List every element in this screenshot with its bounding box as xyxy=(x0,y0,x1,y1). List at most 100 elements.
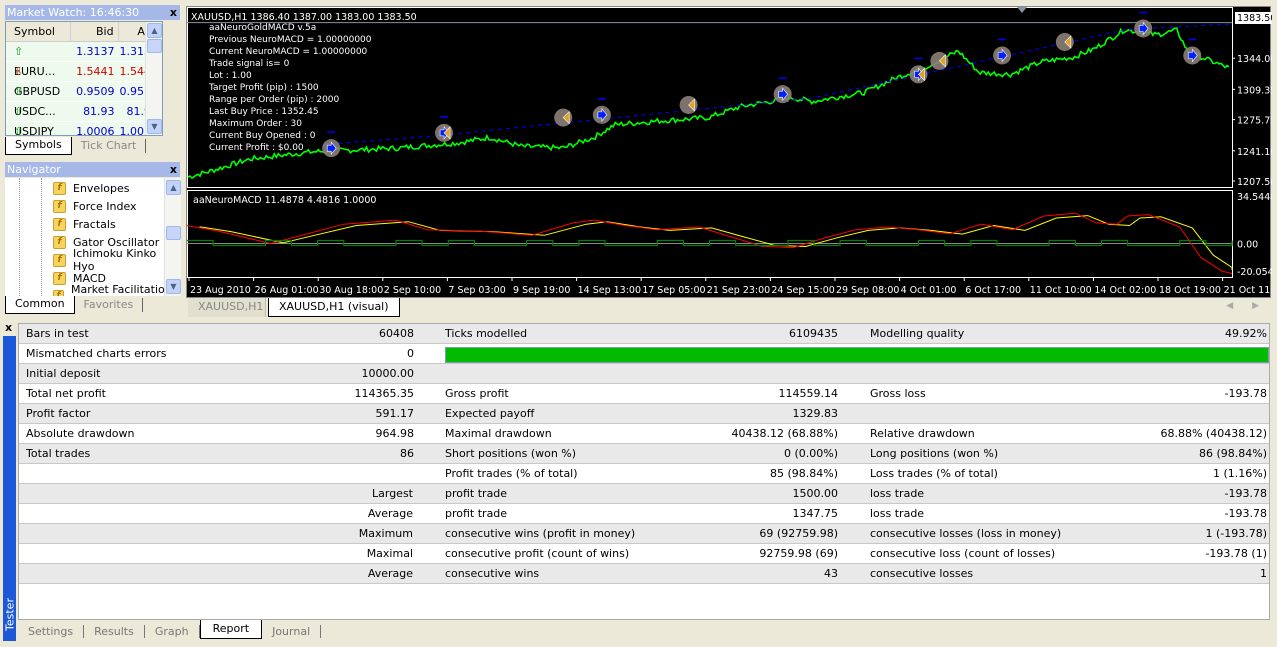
time-axis-label: 21 Oct 11:00 xyxy=(1224,285,1272,296)
scroll-up-icon[interactable]: ▲ xyxy=(166,180,181,195)
scroll-thumb[interactable] xyxy=(147,39,162,53)
bid-cell: 1.5441 xyxy=(76,65,115,78)
tab-common[interactable]: Common xyxy=(5,296,75,314)
report-value: 1500.00 xyxy=(792,487,839,500)
scroll-down-icon[interactable]: ▼ xyxy=(147,119,162,134)
ea-info-line: Previous NeuroMACD = 1.00000000 xyxy=(209,35,372,45)
tester-scrollbar[interactable] xyxy=(1270,323,1277,620)
report-label: Bars in test xyxy=(26,327,89,340)
function-icon: f xyxy=(53,235,66,249)
navigator-item-label: Force Index xyxy=(73,199,137,213)
market-watch-scrollbar[interactable]: ▲ ▼ xyxy=(145,22,162,135)
report-value: 964.98 xyxy=(375,427,415,440)
ea-info-line: Current Profit : $0.00 xyxy=(209,143,304,153)
market-watch-title-text: Market Watch: 16:46:30 xyxy=(7,6,140,19)
bid-cell: 0.9509 xyxy=(76,85,115,98)
navigator-item[interactable]: f Fractals xyxy=(53,215,116,233)
chart-tab-xauusd[interactable]: XAUUSD,H1 xyxy=(188,298,266,317)
scroll-up-icon[interactable]: ▲ xyxy=(147,23,162,38)
symbol-cell: ⇧USDC... xyxy=(6,122,71,135)
report-label: Loss trades (% of total) xyxy=(870,467,998,480)
report-value: 85 (98.84%) xyxy=(769,467,838,480)
report-value: 60408 xyxy=(379,327,414,340)
function-icon: f xyxy=(53,217,66,231)
market-watch-panel: Market Watch: 16:46:30 x Symbol Bid Ask … xyxy=(0,0,185,158)
tab-scroll-arrows-icon[interactable]: ◀ ▶ xyxy=(1226,301,1267,311)
market-watch-row[interactable]: ⇧ EURU... 1.3137 1.3139 xyxy=(6,42,162,78)
report-label: consecutive losses xyxy=(870,567,974,580)
function-icon: f xyxy=(53,271,66,285)
navigator-item[interactable]: f Envelopes xyxy=(53,179,129,197)
time-axis-label: 6 Oct 17:00 xyxy=(965,285,1021,296)
ea-info-line: Trade signal is= 0 xyxy=(208,59,290,69)
column-header-bid[interactable]: Bid xyxy=(71,22,119,41)
report-row: Maximal consecutive profit (count of wins… xyxy=(19,544,1269,564)
report-value: 0 xyxy=(407,347,414,360)
report-label: consecutive profit (count of wins) xyxy=(445,547,630,560)
chart-header-text: XAUUSD,H1 1386.40 1387.00 1383.00 1383.5… xyxy=(191,12,417,23)
close-icon[interactable]: x xyxy=(5,321,12,334)
market-watch-row[interactable]: ⇧ USDC... 0.9509 0.9512 xyxy=(6,82,162,118)
navigator-scrollbar[interactable]: ▲ ▼ xyxy=(164,178,181,296)
market-watch-row[interactable]: ⇧USDC...1.00061.0010 xyxy=(6,122,162,135)
symbol-cell: ⇧ EURU... xyxy=(6,42,71,78)
tab-tick-chart[interactable]: Tick Chart xyxy=(72,139,147,153)
close-icon[interactable]: x xyxy=(170,5,177,20)
market-watch-row[interactable]: ⇧ USDJPY 81.93 81.95 xyxy=(6,102,162,135)
tab-settings[interactable]: Settings xyxy=(18,625,85,638)
price-axis-label: 1383.50 xyxy=(1237,13,1272,24)
navigator-item-label: Envelopes xyxy=(73,181,130,195)
report-value: 69 (92759.98) xyxy=(759,527,838,540)
report-row: Mismatched charts errors 0 xyxy=(19,344,1269,364)
tree-line xyxy=(19,178,20,296)
report-label: Ticks modelled xyxy=(445,327,528,340)
report-label: profit trade xyxy=(445,507,508,520)
time-axis-label: 24 Sep 15:00 xyxy=(771,285,834,296)
tab-results[interactable]: Results xyxy=(84,625,145,638)
navigator-item[interactable]: fMarket Facilitation Index xyxy=(53,283,181,296)
indicator-label: aaNeuroMACD 11.4878 4.4816 1.0000 xyxy=(193,195,376,206)
scroll-thumb[interactable] xyxy=(166,226,181,240)
report-value: 1347.75 xyxy=(792,507,839,520)
market-watch-row[interactable]: ⇩ GBPUSD 1.5441 1.5444 xyxy=(6,62,162,98)
arrow-up-icon: ⇧ xyxy=(14,45,24,58)
arrow-up-icon: ⇧ xyxy=(14,105,24,118)
navigator-item[interactable]: f Force Index xyxy=(53,197,137,215)
tab-favorites[interactable]: Favorites xyxy=(75,298,144,312)
close-icon[interactable]: x xyxy=(170,162,177,177)
report-row: Total trades 86 Short positions (won %) 0 (… xyxy=(19,444,1269,464)
tab-journal[interactable]: Journal xyxy=(262,625,322,638)
report-label: Largest xyxy=(372,487,413,500)
report-label: Profit trades (% of total) xyxy=(445,467,578,480)
arrow-up-icon: ⇧ xyxy=(14,85,24,98)
time-axis-label: 29 Sep 08:00 xyxy=(836,285,899,296)
report-value: -193.78 xyxy=(1224,487,1267,500)
report-value: 10000.00 xyxy=(361,367,415,380)
scroll-down-icon[interactable]: ▼ xyxy=(166,279,181,294)
ea-info-line: aaNeuroGoldMACD v.5a xyxy=(209,23,316,33)
indicator-axis-label: 34.5448 xyxy=(1237,192,1272,203)
tree-line xyxy=(41,178,42,296)
report-value: 114559.14 xyxy=(778,387,839,400)
price-axis-label: 1275.75 xyxy=(1237,116,1272,127)
trade-line xyxy=(322,23,1233,146)
price-chart[interactable]: XAUUSD,H1 1386.40 1387.00 1383.00 1383.5… xyxy=(187,7,1272,299)
report-value: 591.17 xyxy=(375,407,415,420)
chart-tab-xauusd-visual[interactable]: XAUUSD,H1 (visual) xyxy=(268,298,400,317)
report-label: Gross profit xyxy=(445,387,509,400)
tester-panel: x Tester Bars in test 60408 Ticks modelled… xyxy=(0,318,1277,647)
symbol-cell: ⇧ USDJPY xyxy=(6,102,71,135)
tab-report[interactable]: Report xyxy=(199,620,263,639)
navigator-panel: Navigator x f Envelopes f Force Index f Fract… xyxy=(0,158,185,318)
report-label: loss trade xyxy=(870,487,925,500)
column-header-symbol[interactable]: Symbol xyxy=(6,22,72,41)
ea-info-line: Range per Order (pip) : 2000 xyxy=(209,95,340,105)
report-value: -193.78 (1) xyxy=(1205,547,1267,560)
market-watch-tabs: Symbols Tick Chart xyxy=(5,137,147,157)
tab-graph[interactable]: Graph xyxy=(145,625,200,638)
chart-window[interactable]: XAUUSD,H1 1386.40 1387.00 1383.00 1383.5… xyxy=(186,6,1272,299)
report-label: Average xyxy=(367,507,413,520)
navigator-item[interactable]: f Ichimoku Kinko Hyo xyxy=(53,247,181,273)
tab-symbols[interactable]: Symbols xyxy=(5,137,72,155)
market-watch-header: Symbol Bid Ask xyxy=(6,22,162,42)
